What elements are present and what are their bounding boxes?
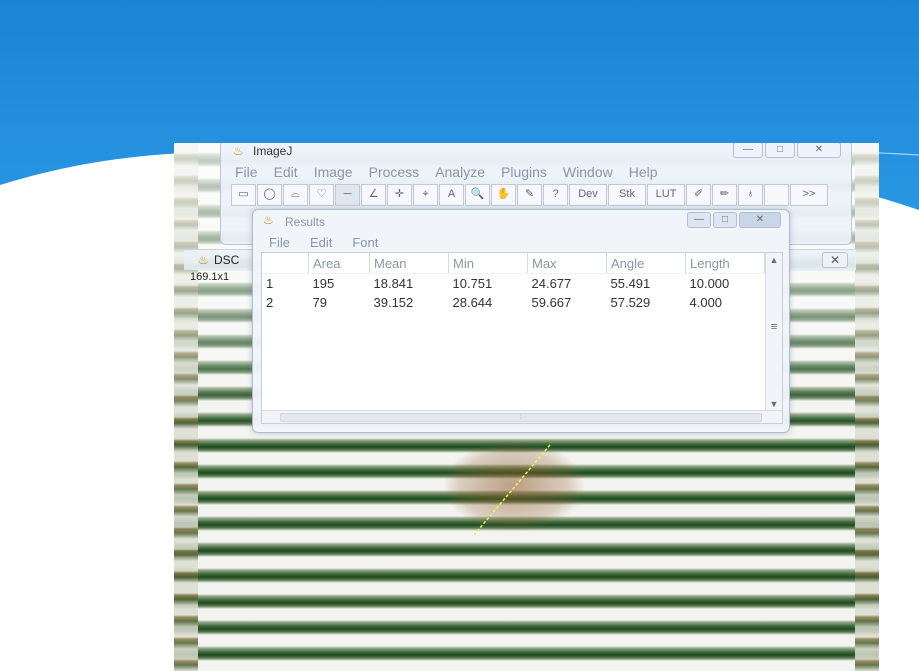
table-cell: 10.000	[689, 276, 730, 291]
hand-tool-icon[interactable]: ✋	[491, 184, 516, 206]
results-minimize-button[interactable]: —	[687, 212, 711, 228]
results-menu-font[interactable]: Font	[352, 235, 378, 250]
column-header-area[interactable]: Area	[308, 253, 370, 274]
maximize-button[interactable]: □	[765, 143, 795, 158]
column-header-angle[interactable]: Angle	[606, 253, 686, 274]
results-maximize-button[interactable]: □	[713, 212, 737, 228]
close-button[interactable]: ✕	[797, 143, 841, 158]
column-header-min[interactable]: Min	[448, 253, 528, 274]
menu-help[interactable]: Help	[629, 164, 658, 180]
scroll-down-icon[interactable]: ▼	[766, 399, 782, 409]
imagej-window-controls: — □ ✕	[733, 143, 841, 158]
results-window-title: Results	[285, 215, 326, 229]
results-close-button[interactable]: ✕	[739, 212, 781, 228]
table-cell: 4.000	[689, 295, 723, 310]
scroll-up-icon[interactable]: ▲	[766, 255, 782, 265]
microscope-icon: ♨	[198, 253, 209, 267]
results-table: Area Mean Min Max Angle Length 1 195 18.841 10.7…	[262, 253, 765, 312]
microscope-icon: ♨	[233, 144, 244, 158]
microscope-icon: ♨	[263, 213, 274, 227]
results-menu-edit[interactable]: Edit	[310, 235, 332, 250]
tool--button[interactable]: >>	[790, 184, 828, 206]
table-cell: 2	[266, 295, 274, 310]
polygon-tool-icon[interactable]: ⌓	[283, 184, 308, 206]
text-tool-icon[interactable]: A	[439, 184, 464, 206]
line-tool-icon[interactable]: ─	[335, 184, 360, 206]
menu-image[interactable]: Image	[314, 164, 353, 180]
results-menubar: File Edit Font	[269, 235, 378, 250]
horizontal-scrollbar[interactable]: ⁞	[262, 410, 782, 423]
blank-tool-icon[interactable]	[764, 184, 789, 206]
results-menu-file[interactable]: File	[269, 235, 290, 250]
scroll-grip-icon[interactable]: ≡	[766, 321, 782, 333]
tool-dev-button[interactable]: Dev	[569, 184, 607, 206]
flood-fill-tool-icon[interactable]: ♁	[738, 184, 763, 206]
table-cell: 10.751	[452, 276, 493, 291]
screenshot-image: ♨ DSC ✕ 169.1x1 ♨ ImageJ — □ ✕ File Edit I…	[174, 143, 879, 671]
results-table-panel: Area Mean Min Max Angle Length 1 195 18.841 10.7…	[261, 252, 783, 424]
image-window-title: DSC	[214, 253, 240, 267]
pencil-tool-icon[interactable]: ✏	[712, 184, 737, 206]
table-cell: 79	[312, 295, 327, 310]
minimize-button[interactable]: —	[733, 143, 763, 158]
menu-analyze[interactable]: Analyze	[435, 164, 485, 180]
table-cell: 59.667	[531, 295, 572, 310]
oval-tool-icon[interactable]: ◯	[257, 184, 282, 206]
angle-tool-icon[interactable]: ∠	[361, 184, 386, 206]
results-window: ♨ Results — □ ✕ File Edit Font Area Mean Min…	[252, 209, 790, 433]
tool-lut-button[interactable]: LUT	[647, 184, 685, 206]
menu-edit[interactable]: Edit	[274, 164, 298, 180]
table-row[interactable]: 1 195 18.841 10.751 24.677 55.491 10.000	[262, 274, 765, 294]
table-cell: 39.152	[373, 295, 414, 310]
table-cell: 28.644	[452, 295, 493, 310]
menu-plugins[interactable]: Plugins	[501, 164, 547, 180]
zoom-tool-icon[interactable]: 🔍	[465, 184, 490, 206]
column-header-index[interactable]	[262, 253, 309, 274]
image-info-text: 169.1x1	[190, 271, 230, 283]
horizontal-scroll-thumb[interactable]: ⁞	[280, 413, 762, 422]
table-cell: 24.677	[531, 276, 572, 291]
tool-stk-button[interactable]: Stk	[608, 184, 646, 206]
results-window-controls: — □ ✕	[687, 212, 781, 228]
help-tool-icon[interactable]: ?	[543, 184, 568, 206]
imagej-window-title: ImageJ	[253, 144, 293, 158]
menu-file[interactable]: File	[235, 164, 258, 180]
table-row[interactable]: 2 79 39.152 28.644 59.667 57.529 4.000	[262, 293, 765, 312]
column-header-mean[interactable]: Mean	[369, 253, 449, 274]
brush-tool-icon[interactable]: ✐	[686, 184, 711, 206]
image-window-close-button[interactable]: ✕	[822, 252, 848, 268]
column-header-length[interactable]: Length	[685, 253, 765, 274]
rectangle-tool-icon[interactable]: ▭	[231, 184, 256, 206]
wand-tool-icon[interactable]: ⌖	[413, 184, 438, 206]
table-cell: 1	[266, 276, 274, 291]
imagej-menubar: File Edit Image Process Analyze Plugins Window…	[235, 164, 658, 180]
table-cell: 195	[312, 276, 335, 291]
table-cell: 18.841	[373, 276, 414, 291]
menu-process[interactable]: Process	[369, 164, 420, 180]
imagej-toolbar: ▭ ◯ ⌓ ♡ ─ ∠ ✛ ⌖ A 🔍 ✋ ✎? Dev Stk LUT ✐ ✏ ♁ >>	[231, 184, 828, 206]
menu-window[interactable]: Window	[563, 164, 613, 180]
dropper-tool-icon[interactable]: ✎	[517, 184, 542, 206]
column-header-max[interactable]: Max	[527, 253, 607, 274]
table-cell: 57.529	[610, 295, 651, 310]
table-cell: 55.491	[610, 276, 651, 291]
results-header-row: Area Mean Min Max Angle Length	[262, 253, 765, 274]
vertical-scrollbar[interactable]: ▲ ≡ ▼	[765, 253, 782, 423]
freehand-tool-icon[interactable]: ♡	[309, 184, 334, 206]
point-tool-icon[interactable]: ✛	[387, 184, 412, 206]
